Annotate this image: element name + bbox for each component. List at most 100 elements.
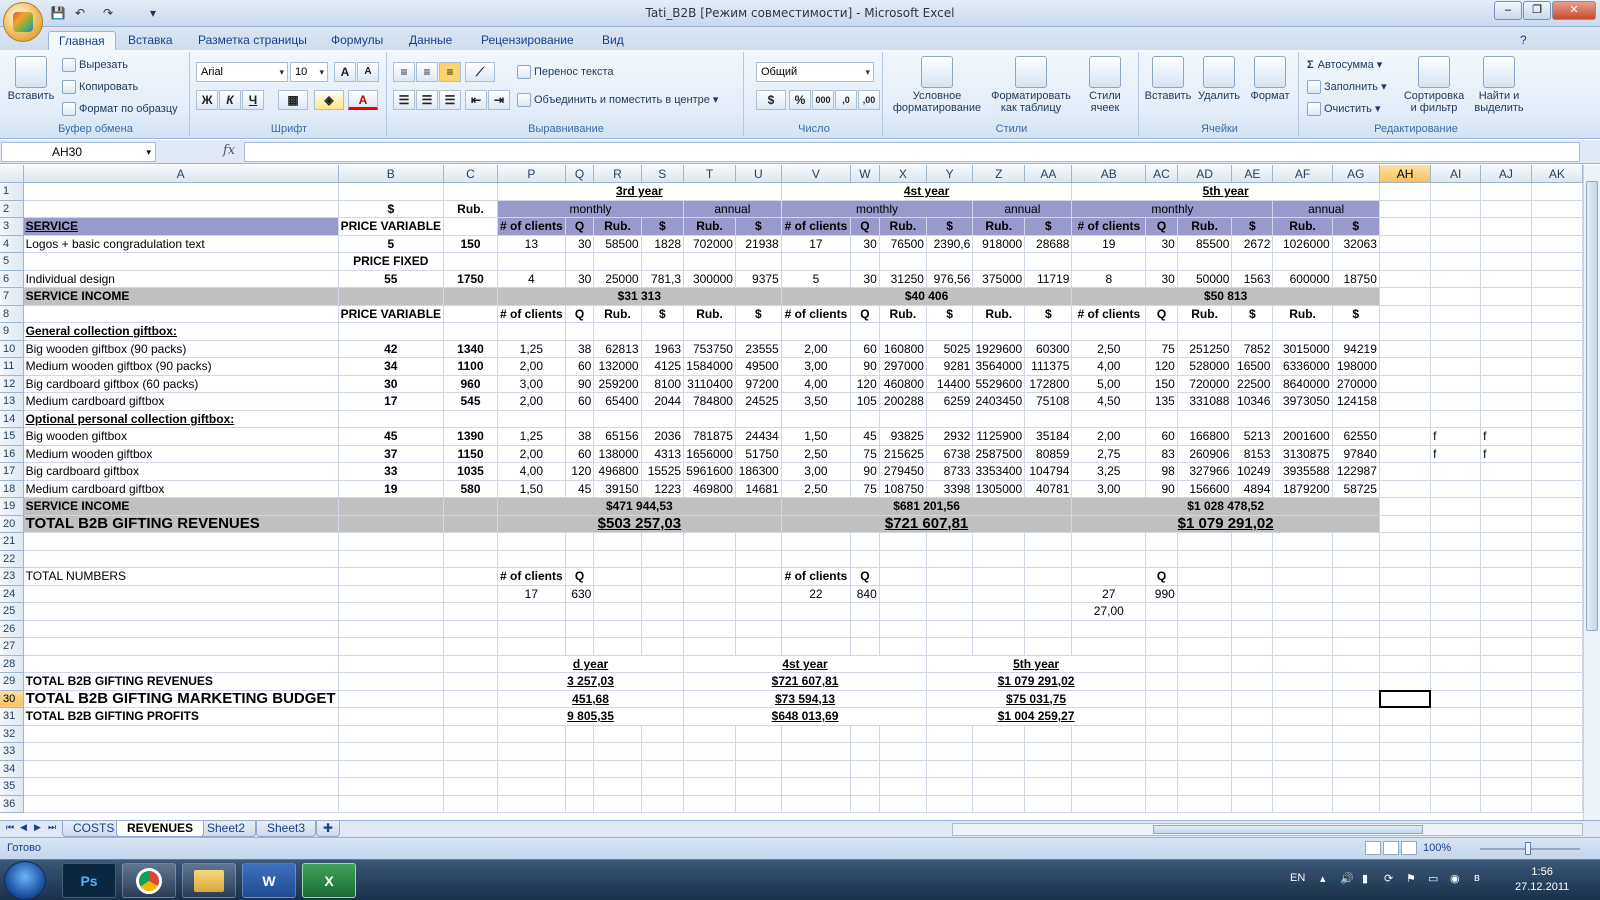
fill-color-button[interactable]: ◈ bbox=[314, 90, 344, 110]
cell-z35[interactable] bbox=[972, 777, 1026, 796]
increase-indent-icon[interactable]: ⇥ bbox=[488, 90, 510, 110]
cell-u16[interactable]: 51750 bbox=[735, 445, 782, 463]
cell-ad9[interactable] bbox=[1177, 322, 1233, 341]
cell-t3[interactable]: Rub. bbox=[683, 217, 736, 236]
cell-ai16[interactable]: f bbox=[1430, 445, 1482, 463]
row-header[interactable]: 30 bbox=[0, 690, 24, 708]
row-header[interactable]: 13 bbox=[0, 392, 24, 411]
cell-ag25[interactable] bbox=[1332, 602, 1380, 621]
cell-b14[interactable] bbox=[338, 410, 445, 428]
cell-b34[interactable] bbox=[338, 760, 445, 778]
cell-ac32[interactable] bbox=[1145, 725, 1178, 743]
merged-cell[interactable]: annual bbox=[972, 200, 1073, 218]
merged-cell[interactable]: 451,68 bbox=[497, 690, 685, 708]
row-header[interactable]: 16 bbox=[0, 445, 24, 463]
cell-ab14[interactable] bbox=[1071, 410, 1147, 428]
cell-ac15[interactable]: 60 bbox=[1145, 427, 1178, 446]
cell-y12[interactable]: 14400 bbox=[926, 375, 974, 393]
cell-z24[interactable] bbox=[972, 585, 1026, 603]
align-right-icon[interactable]: ☰ bbox=[439, 90, 461, 110]
cell-t8[interactable]: Rub. bbox=[683, 305, 736, 323]
cell-b20[interactable] bbox=[338, 515, 445, 533]
cell-b11[interactable]: 34 bbox=[338, 357, 445, 376]
cell-af13[interactable]: 3973050 bbox=[1272, 392, 1333, 411]
cell-ag24[interactable] bbox=[1332, 585, 1380, 603]
find-select-button[interactable]: Найти и выделить bbox=[1469, 56, 1529, 114]
cell-ai4[interactable] bbox=[1430, 235, 1482, 253]
cell-ad22[interactable] bbox=[1177, 550, 1233, 568]
cell-p33[interactable] bbox=[497, 742, 566, 761]
cell-aj23[interactable] bbox=[1480, 567, 1532, 586]
cell-af17[interactable]: 3935588 bbox=[1272, 462, 1333, 481]
cell-ah1[interactable] bbox=[1379, 182, 1432, 201]
cell-ag3[interactable]: $ bbox=[1332, 217, 1380, 236]
cell-ad27[interactable] bbox=[1177, 637, 1233, 656]
cell-af29[interactable] bbox=[1272, 672, 1333, 691]
column-header-r[interactable]: R bbox=[593, 165, 642, 183]
cell-v17[interactable]: 3,00 bbox=[781, 462, 852, 481]
italic-button[interactable]: К bbox=[219, 90, 241, 110]
format-as-table-button[interactable]: Форматировать как таблицу bbox=[989, 56, 1073, 114]
cell-y25[interactable] bbox=[926, 602, 974, 621]
cell-ad12[interactable]: 720000 bbox=[1177, 375, 1233, 393]
cell-aa15[interactable]: 35184 bbox=[1024, 427, 1073, 446]
cell-r9[interactable] bbox=[593, 322, 642, 341]
cell-c27[interactable] bbox=[443, 637, 498, 656]
cell-c36[interactable] bbox=[443, 795, 498, 813]
cell-aj29[interactable] bbox=[1480, 672, 1532, 691]
cell-ah10[interactable] bbox=[1379, 340, 1432, 358]
cell-ak36[interactable] bbox=[1531, 795, 1583, 813]
merged-cell[interactable]: d year bbox=[497, 655, 685, 673]
row-header[interactable]: 27 bbox=[0, 637, 24, 656]
row-header[interactable]: 32 bbox=[0, 725, 24, 743]
cell-b25[interactable] bbox=[338, 602, 445, 621]
cell-z32[interactable] bbox=[972, 725, 1026, 743]
cell-ac34[interactable] bbox=[1145, 760, 1178, 778]
cell-ag11[interactable]: 198000 bbox=[1332, 357, 1380, 376]
cell-b16[interactable]: 37 bbox=[338, 445, 445, 463]
cell-r13[interactable]: 65400 bbox=[593, 392, 642, 411]
cell-v35[interactable] bbox=[781, 777, 852, 796]
cell-z33[interactable] bbox=[972, 742, 1026, 761]
cell-p15[interactable]: 1,25 bbox=[497, 427, 566, 446]
cell-ag10[interactable]: 94219 bbox=[1332, 340, 1380, 358]
cell-s22[interactable] bbox=[641, 550, 685, 568]
cut-button[interactable]: Вырезать bbox=[62, 56, 128, 74]
cell-b27[interactable] bbox=[338, 637, 445, 656]
cell-y6[interactable]: 976,56 bbox=[926, 270, 974, 288]
cell-ai28[interactable] bbox=[1430, 655, 1482, 673]
cell-z13[interactable]: 2403450 bbox=[972, 392, 1026, 411]
cell-c13[interactable]: 545 bbox=[443, 392, 498, 411]
cell-ag8[interactable]: $ bbox=[1332, 305, 1380, 323]
thousands-button[interactable]: 000 bbox=[812, 90, 834, 110]
cell-y8[interactable]: $ bbox=[926, 305, 974, 323]
cell-aa14[interactable] bbox=[1024, 410, 1073, 428]
cell-t17[interactable]: 5961600 bbox=[683, 462, 736, 481]
cell-t26[interactable] bbox=[683, 620, 736, 638]
cell-ad28[interactable] bbox=[1177, 655, 1233, 673]
cell-p23[interactable]: # of clients bbox=[497, 567, 566, 586]
cell-b29[interactable] bbox=[338, 672, 445, 691]
cell-s26[interactable] bbox=[641, 620, 685, 638]
cell-x15[interactable]: 93825 bbox=[879, 427, 927, 446]
cell-a32[interactable] bbox=[23, 725, 339, 743]
cell-ab34[interactable] bbox=[1071, 760, 1147, 778]
cell-ak30[interactable] bbox=[1531, 690, 1583, 708]
cell-ae9[interactable] bbox=[1231, 322, 1274, 341]
cell-a20[interactable]: TOTAL B2B GIFTING REVENUES bbox=[23, 515, 339, 533]
column-header-aj[interactable]: AJ bbox=[1480, 165, 1532, 183]
cell-x11[interactable]: 297000 bbox=[879, 357, 927, 376]
cell-ad17[interactable]: 327966 bbox=[1177, 462, 1233, 481]
vertical-scrollbar[interactable] bbox=[1583, 165, 1600, 820]
cell-r14[interactable] bbox=[593, 410, 642, 428]
cell-w16[interactable]: 75 bbox=[850, 445, 880, 463]
merged-cell[interactable]: $721 607,81 bbox=[683, 672, 927, 691]
row-header[interactable]: 8 bbox=[0, 305, 24, 323]
cell-aj34[interactable] bbox=[1480, 760, 1532, 778]
cell-y35[interactable] bbox=[926, 777, 974, 796]
cell-a5[interactable] bbox=[23, 252, 339, 271]
cell-c16[interactable]: 1150 bbox=[443, 445, 498, 463]
cell-ah16[interactable] bbox=[1379, 445, 1432, 463]
cell-u17[interactable]: 186300 bbox=[735, 462, 782, 481]
cell-ab12[interactable]: 5,00 bbox=[1071, 375, 1147, 393]
